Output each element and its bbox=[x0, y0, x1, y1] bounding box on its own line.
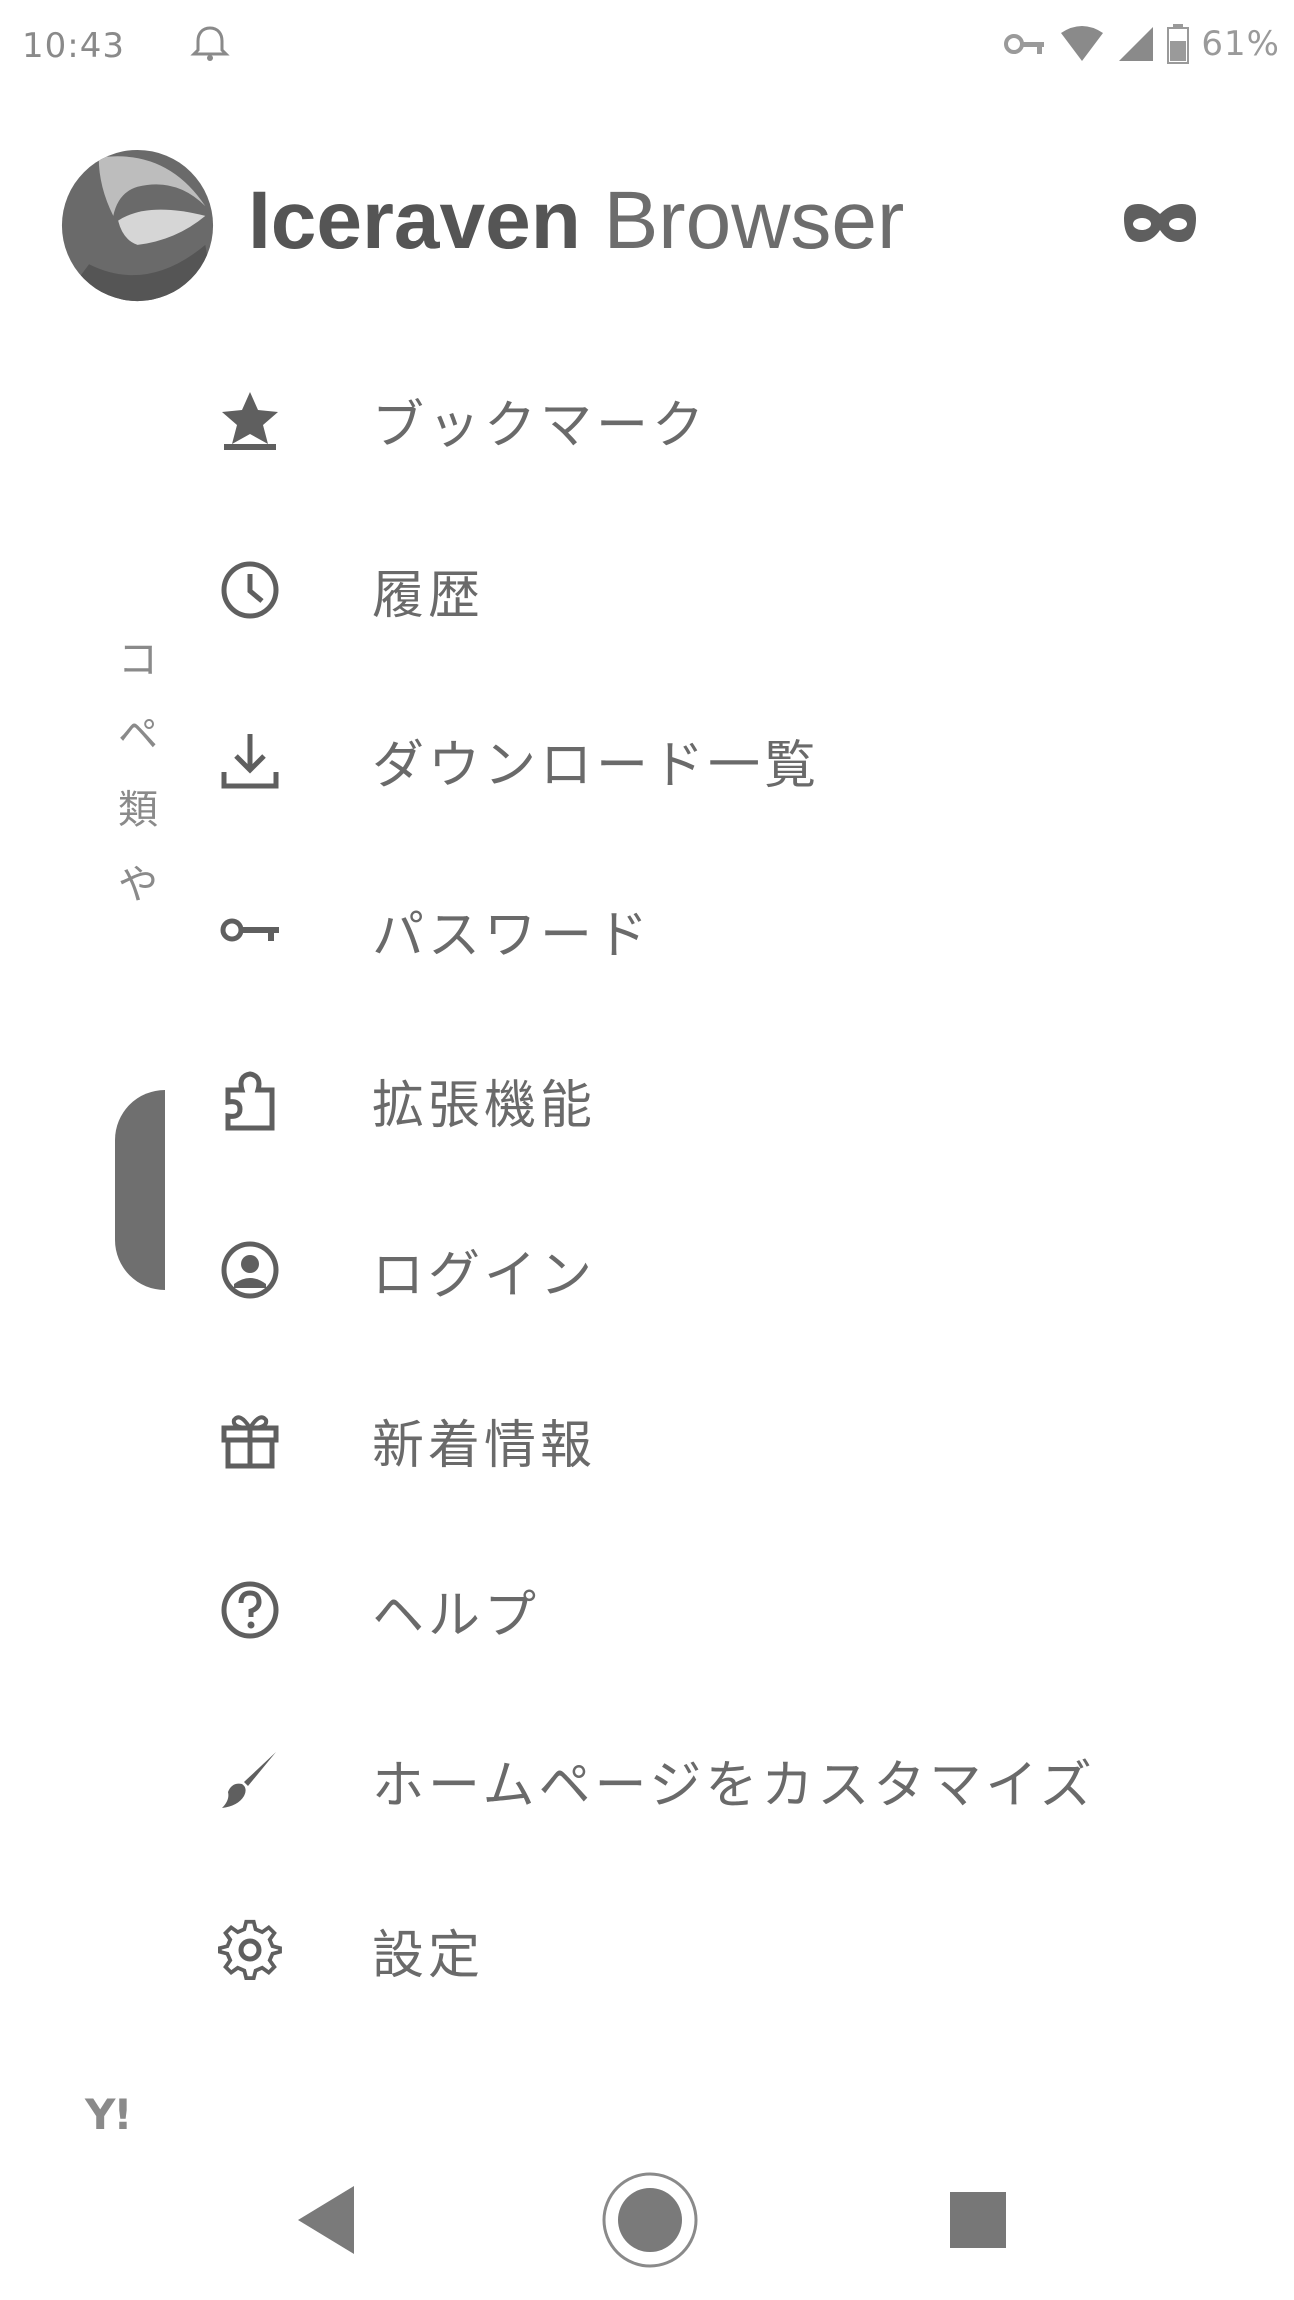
status-icons: 61% bbox=[1003, 24, 1280, 64]
menu-item-label: ヘルプ bbox=[372, 1585, 541, 1646]
brush-icon bbox=[200, 1720, 320, 1840]
menu-item-label: ダウンロード一覧 bbox=[372, 735, 821, 796]
menu-item-label: パスワード bbox=[372, 905, 653, 966]
menu-item-history[interactable]: 履歴 bbox=[200, 530, 1260, 650]
screen: 10:43 61% コ ペ 類 や Y! Iceraven Browser ブッ… bbox=[0, 0, 1294, 2300]
menu-item-label: 履歴 bbox=[372, 565, 485, 626]
gear-icon bbox=[200, 1890, 320, 2010]
key-icon bbox=[200, 870, 320, 990]
battery-icon bbox=[1167, 24, 1190, 64]
menu-item-passwords[interactable]: パスワード bbox=[200, 870, 1260, 990]
menu-item-whats-new[interactable]: 新着情報 bbox=[200, 1380, 1260, 1500]
menu-item-label: 設定 bbox=[372, 1925, 485, 1986]
menu-item-label: ホームページをカスタマイズ bbox=[372, 1755, 1096, 1816]
app-title: Iceraven Browser bbox=[248, 174, 904, 268]
iceraven-logo bbox=[61, 149, 214, 302]
signal-icon bbox=[1119, 27, 1154, 61]
menu-item-label: 新着情報 bbox=[372, 1415, 597, 1476]
wifi-icon bbox=[1061, 26, 1104, 61]
battery-percent: 61% bbox=[1201, 24, 1280, 64]
menu-item-settings[interactable]: 設定 bbox=[200, 1890, 1260, 2010]
background-page: コ ペ 類 や Y! bbox=[0, 100, 230, 2139]
back-icon[interactable] bbox=[290, 2180, 360, 2260]
background-text-char: ペ bbox=[118, 712, 158, 758]
gift-icon bbox=[200, 1380, 320, 1500]
bookmark-star-icon bbox=[200, 360, 320, 480]
status-bar: 10:43 61% bbox=[0, 0, 1294, 100]
app-title-light: Browser bbox=[580, 175, 905, 266]
menu-item-addons[interactable]: 拡張機能 bbox=[200, 1040, 1260, 1160]
menu-item-help[interactable]: ヘルプ bbox=[200, 1550, 1260, 1670]
background-text-char: や bbox=[118, 862, 158, 908]
menu-item-label: ブックマーク bbox=[372, 395, 709, 456]
background-text-char: 類 bbox=[118, 787, 158, 833]
app-title-bold: Iceraven bbox=[248, 175, 581, 266]
private-mode-icon[interactable] bbox=[1120, 198, 1200, 248]
home-icon[interactable] bbox=[600, 2170, 700, 2270]
account-icon bbox=[200, 1210, 320, 1330]
menu-item-bookmarks[interactable]: ブックマーク bbox=[200, 360, 1260, 480]
menu-item-label: ログイン bbox=[372, 1245, 597, 1306]
help-icon bbox=[200, 1550, 320, 1670]
notification-icon bbox=[190, 26, 230, 61]
background-logo: Y! bbox=[85, 2090, 133, 2139]
menu-item-customize-home[interactable]: ホームページをカスタマイズ bbox=[200, 1720, 1260, 1840]
menu-item-label: 拡張機能 bbox=[372, 1075, 597, 1136]
download-icon bbox=[200, 700, 320, 820]
menu-item-login[interactable]: ログイン bbox=[200, 1210, 1260, 1330]
background-image-fragment bbox=[115, 1090, 165, 1290]
status-time: 10:43 bbox=[22, 26, 125, 66]
drawer-header: Iceraven Browser bbox=[60, 148, 1260, 308]
vpn-key-icon bbox=[1004, 34, 1045, 54]
history-clock-icon bbox=[200, 530, 320, 650]
puzzle-icon bbox=[200, 1040, 320, 1160]
recent-apps-icon[interactable] bbox=[950, 2192, 1006, 2248]
background-text-char: コ bbox=[118, 637, 158, 683]
navigation-bar bbox=[0, 2140, 1294, 2300]
menu-item-downloads[interactable]: ダウンロード一覧 bbox=[200, 700, 1260, 820]
